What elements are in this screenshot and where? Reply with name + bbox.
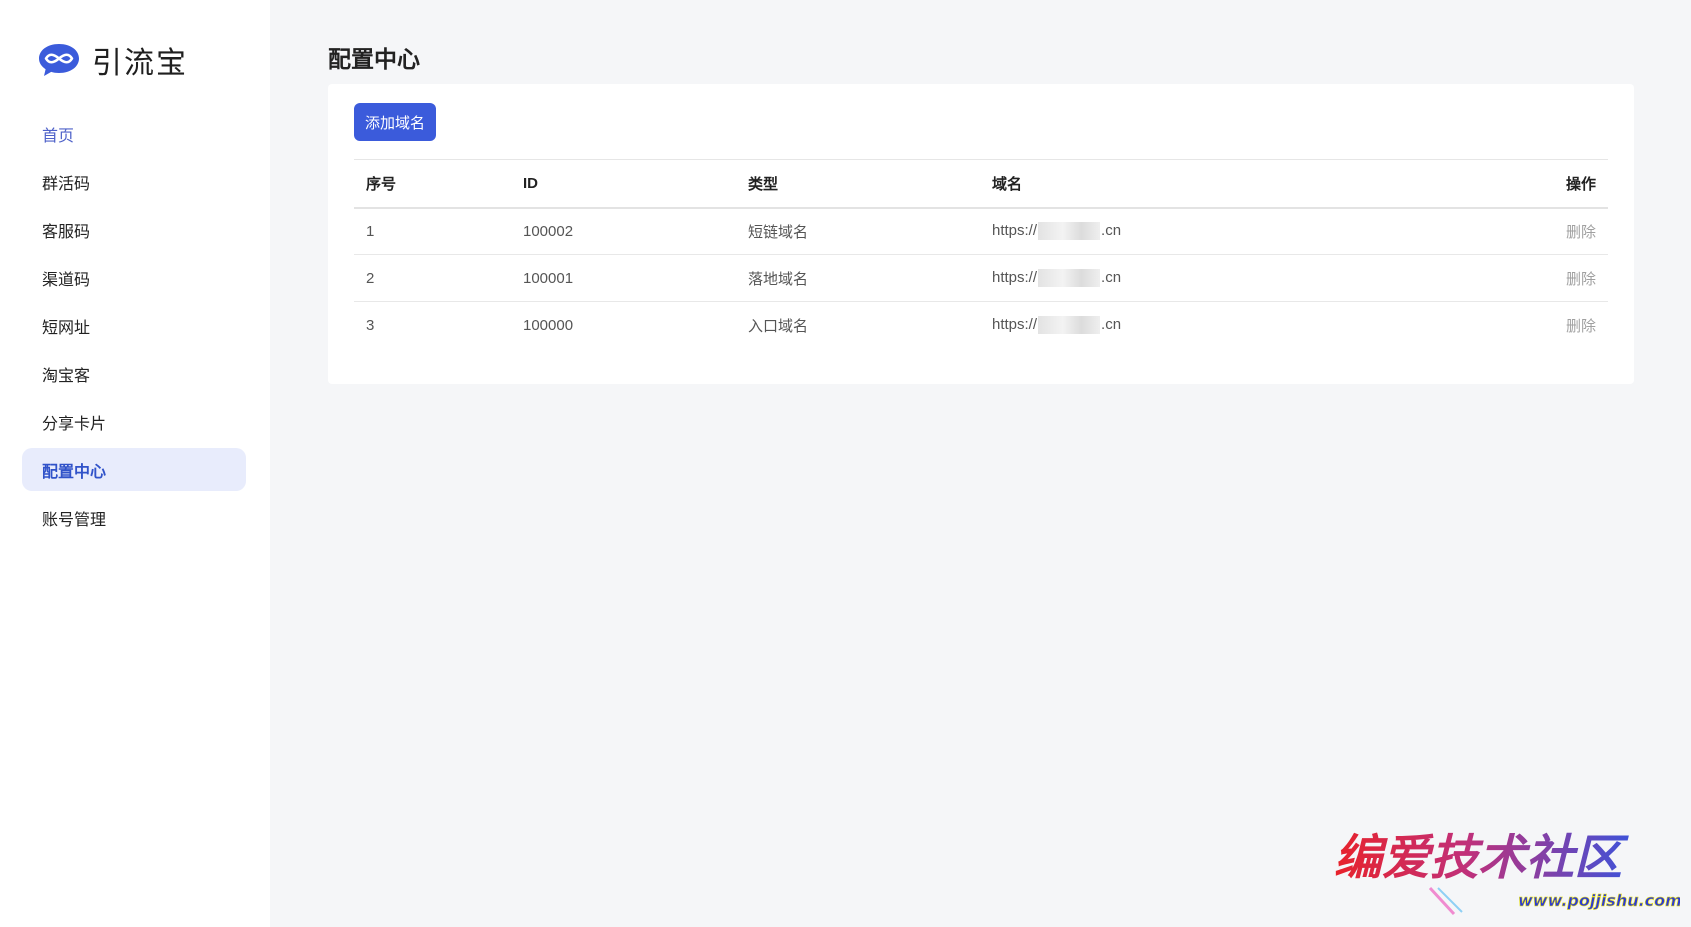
sidebar-item-short-url[interactable]: 短网址 xyxy=(22,304,246,347)
domain-card: 添加域名 序号 ID 类型 域名 操作 1 100002 短链域名 https:… xyxy=(328,84,1634,384)
watermark-text: 编爱技术社区 xyxy=(1334,830,1629,886)
cell-index: 3 xyxy=(366,316,375,334)
cell-id: 100001 xyxy=(511,254,736,302)
sidebar-item-home[interactable]: 首页 xyxy=(22,112,246,155)
sidebar-item-account[interactable]: 账号管理 xyxy=(22,496,246,539)
domain-prefix: https:// xyxy=(992,222,1038,240)
delete-link[interactable]: 删除 xyxy=(1566,271,1596,288)
header-action: 操作 xyxy=(1480,159,1608,209)
app-window: 引流宝 首页 群活码 客服码 渠道码 短网址 淘宝客 分享卡片 配置中心 账号管… xyxy=(0,0,1691,927)
cell-type: 入口域名 xyxy=(748,317,809,335)
domain-table: 序号 ID 类型 域名 操作 1 100002 短链域名 https:// .cn… xyxy=(354,159,1608,349)
header-domain: 域名 xyxy=(980,159,1480,209)
cell-index: 1 xyxy=(354,207,511,255)
sidebar-item-service-qrcode[interactable]: 客服码 xyxy=(22,208,246,251)
domain-prefix: https:// xyxy=(992,268,1038,286)
chat-bubble-infinity-icon xyxy=(39,44,79,76)
delete-link[interactable]: 删除 xyxy=(1566,318,1596,335)
sidebar-item-config-center[interactable]: 配置中心 xyxy=(22,448,246,491)
sidebar-item-taobaoke[interactable]: 淘宝客 xyxy=(22,352,246,395)
header-id: ID xyxy=(511,159,736,209)
table-header-row: 序号 ID 类型 域名 操作 xyxy=(354,159,1608,209)
watermark-logo: 编爱技术社区 www.pojjishu.com xyxy=(1334,830,1680,916)
cell-domain: https:// .cn xyxy=(980,254,1480,302)
cell-domain: https:// .cn xyxy=(980,207,1480,255)
cell-type: 落地域名 xyxy=(736,254,980,302)
sidebar: 引流宝 首页 群活码 客服码 渠道码 短网址 淘宝客 分享卡片 配置中心 账号管… xyxy=(0,0,270,927)
sidebar-item-channel-qrcode[interactable]: 渠道码 xyxy=(22,256,246,299)
sidebar-item-group-qrcode[interactable]: 群活码 xyxy=(22,160,246,203)
cell-type: 短链域名 xyxy=(736,207,980,255)
redacted-domain xyxy=(1038,222,1101,241)
cell-domain: https:// .cn xyxy=(980,302,1480,349)
cell-index: 2 xyxy=(354,254,511,302)
sidebar-item-share-card[interactable]: 分享卡片 xyxy=(22,400,246,443)
cell-action: 删除 xyxy=(1480,302,1608,349)
cell-action: 删除 xyxy=(1480,207,1608,255)
brand[interactable]: 引流宝 xyxy=(38,38,188,82)
page-title: 配置中心 xyxy=(328,46,420,72)
table-row: 2 100001 落地域名 https:// .cn 删除 xyxy=(354,254,1608,302)
header-type: 类型 xyxy=(736,159,980,209)
redacted-domain xyxy=(1038,269,1101,288)
cell-id: 100002 xyxy=(511,207,736,255)
main-content: 配置中心 添加域名 序号 ID 类型 域名 操作 1 100002 短链域名 h… xyxy=(270,0,1691,927)
domain-suffix: .cn xyxy=(1101,316,1122,334)
redacted-domain xyxy=(1038,316,1101,335)
table-row: 3 100000 入口域名 https:// .cn 删除 xyxy=(354,302,1608,349)
header-index: 序号 xyxy=(354,159,511,209)
domain-suffix: .cn xyxy=(1101,222,1122,240)
cell-action: 删除 xyxy=(1480,254,1608,302)
brand-name: 引流宝 xyxy=(92,46,188,81)
add-domain-button[interactable]: 添加域名 xyxy=(354,103,436,141)
watermark-url: www.pojjishu.com xyxy=(1518,891,1680,910)
cell-id: 100000 xyxy=(523,316,574,334)
table-row: 1 100002 短链域名 https:// .cn 删除 xyxy=(354,207,1608,255)
domain-prefix: https:// xyxy=(992,316,1038,334)
domain-suffix: .cn xyxy=(1101,268,1122,286)
delete-link[interactable]: 删除 xyxy=(1566,224,1596,241)
sidebar-nav: 首页 群活码 客服码 渠道码 短网址 淘宝客 分享卡片 配置中心 账号管理 xyxy=(22,112,246,544)
